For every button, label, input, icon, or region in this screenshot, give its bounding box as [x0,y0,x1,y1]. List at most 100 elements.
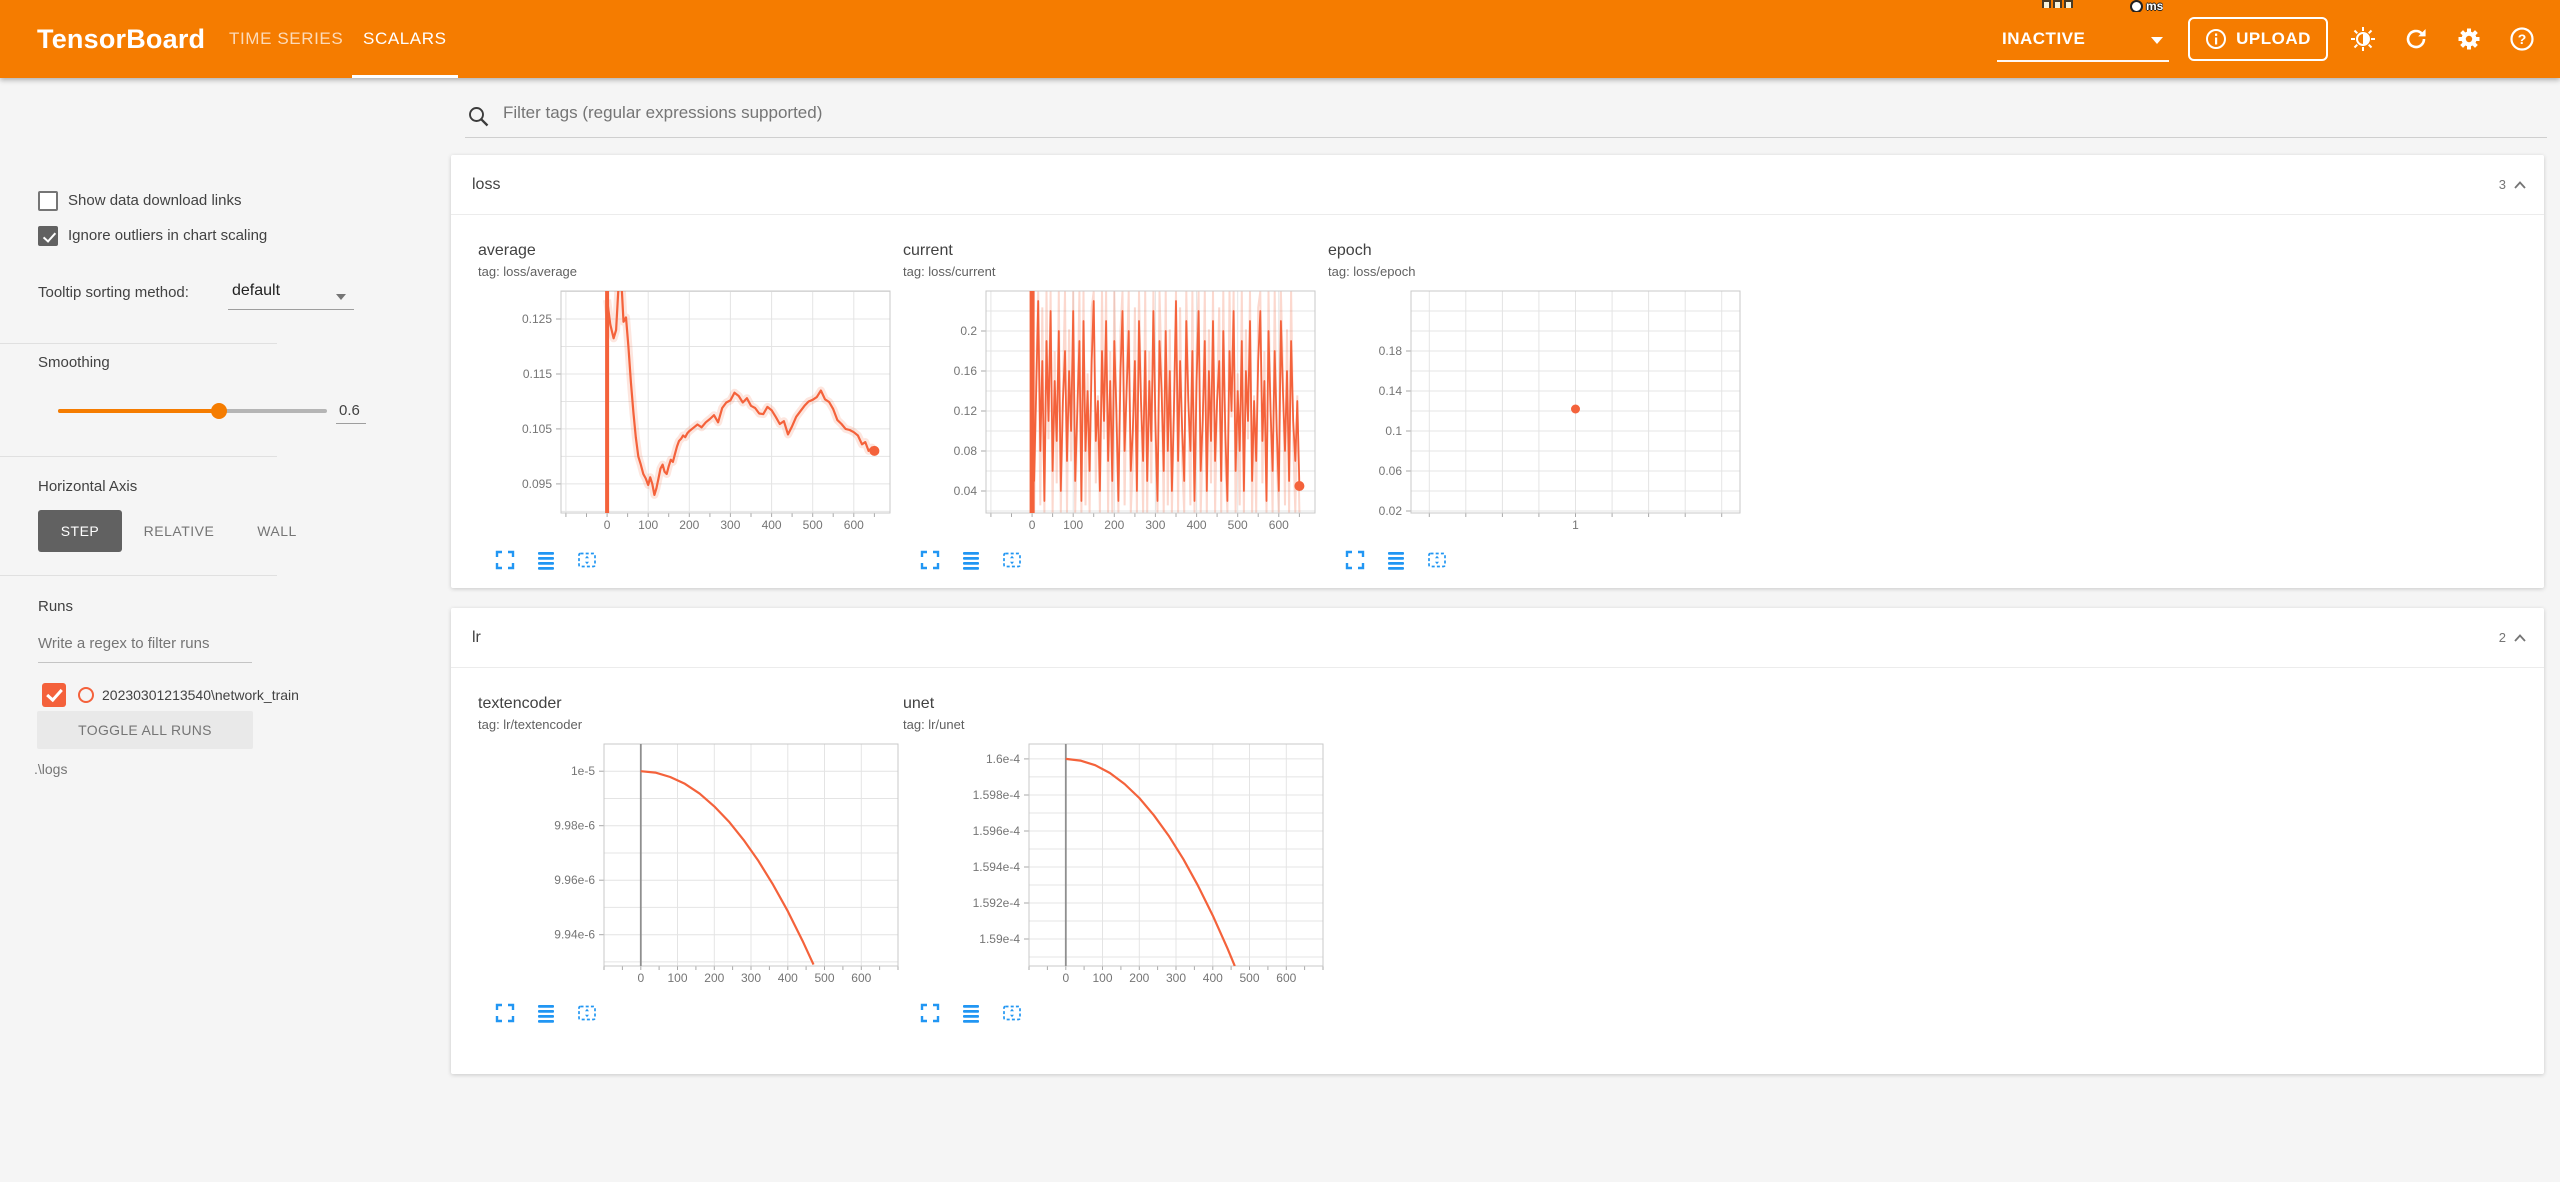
svg-text:0.18: 0.18 [1379,344,1403,358]
search-icon [467,105,490,128]
svg-text:200: 200 [704,971,724,985]
settings-icon[interactable] [2455,25,2483,53]
data-table-icon[interactable] [960,1002,982,1024]
fit-domain-icon[interactable] [1001,1002,1023,1024]
chart-tile-loss-epoch: epochtag: loss/epoch0.020.060.10.140.181 [1328,241,1753,571]
data-table-icon[interactable] [1385,549,1407,571]
tab-scalars[interactable]: SCALARS [363,0,447,78]
axis-step-button[interactable]: STEP [38,510,122,552]
card-header: lr 2 [451,608,2544,668]
help-icon[interactable]: ? [2508,25,2536,53]
tooltip-sort-select[interactable]: default [232,282,280,300]
run-color-swatch[interactable] [78,687,94,703]
svg-text:600: 600 [1276,971,1296,985]
run-checkbox[interactable] [42,683,66,707]
fit-domain-icon[interactable] [1001,549,1023,571]
tooltip-sort-label: Tooltip sorting method: [38,284,189,301]
chart-toolbar [494,549,903,571]
svg-text:1.594e-4: 1.594e-4 [973,860,1021,874]
data-status-value: INACTIVE [2002,20,2085,58]
svg-text:1: 1 [1572,518,1579,532]
chart-toolbar [919,1002,1328,1024]
smoothing-slider[interactable] [58,409,327,413]
chart-count: 2 [2499,630,2506,645]
chart-tag: tag: loss/epoch [1328,263,1753,281]
tooltip-artifact [2042,0,2073,8]
fit-domain-icon[interactable] [576,1002,598,1024]
chart-row: textencodertag: lr/textencoder1e-59.98e-… [478,694,1328,1024]
toggle-all-runs-button[interactable]: TOGGLE ALL RUNS [37,711,253,749]
svg-text:9.96e-6: 9.96e-6 [554,873,595,887]
chart-plot-lr-unet[interactable]: 1.6e-41.598e-41.596e-41.594e-41.592e-41.… [903,740,1327,988]
expand-icon[interactable] [494,549,516,571]
expand-icon[interactable] [494,1002,516,1024]
chart-row: averagetag: loss/average0.0950.1050.1150… [478,241,1753,571]
svg-text:1.59e-4: 1.59e-4 [979,932,1020,946]
svg-text:0.1: 0.1 [1385,424,1402,438]
run-name: 20230301213540\network_train [102,687,299,703]
svg-text:0.06: 0.06 [1379,464,1403,478]
chart-tag: tag: lr/unet [903,716,1328,734]
slider-thumb[interactable] [211,403,227,419]
chart-plot-loss-epoch[interactable]: 0.020.060.10.140.181 [1328,287,1752,535]
artifact-circle [2130,0,2143,12]
data-status-dropdown[interactable]: INACTIVE [1997,20,2169,62]
expand-icon[interactable] [1344,549,1366,571]
chart-tag: tag: loss/average [478,263,903,281]
tag-filter-input[interactable] [501,102,1705,124]
regex-underline [38,662,252,663]
data-table-icon[interactable] [535,1002,557,1024]
svg-text:300: 300 [1145,518,1165,532]
svg-text:600: 600 [851,971,871,985]
svg-text:0.115: 0.115 [523,367,552,381]
expand-icon[interactable] [919,1002,941,1024]
svg-text:100: 100 [1092,971,1112,985]
svg-text:400: 400 [778,971,798,985]
ignore-outliers-checkbox[interactable] [38,226,58,246]
svg-text:0.105: 0.105 [522,422,552,436]
data-table-icon[interactable] [960,549,982,571]
collapse-group-button[interactable]: 3 [2499,155,2528,214]
axis-relative-button[interactable]: RELATIVE [136,510,222,552]
svg-text:?: ? [2518,31,2527,47]
chart-tile-loss-current: currenttag: loss/current0.040.080.120.16… [903,241,1328,571]
select-underline [228,309,354,310]
svg-text:1.598e-4: 1.598e-4 [973,788,1021,802]
expand-icon[interactable] [919,549,941,571]
svg-text:1e-5: 1e-5 [571,764,595,778]
chevron-up-icon [2512,178,2528,192]
svg-text:0.2: 0.2 [960,324,977,338]
chart-plot-loss-average[interactable]: 0.0950.1050.1150.1250100200300400500600 [478,287,902,535]
svg-text:400: 400 [1203,971,1223,985]
svg-text:400: 400 [762,518,782,532]
show-download-links-checkbox[interactable] [38,191,58,211]
smoothing-label: Smoothing [38,354,110,371]
tag-filter-bar [465,96,2547,138]
chart-count: 3 [2499,177,2506,192]
refresh-icon[interactable] [2402,25,2430,53]
runs-regex-input[interactable] [38,635,252,652]
chart-toolbar [919,549,1328,571]
axis-wall-button[interactable]: WALL [240,510,314,552]
chart-plot-lr-textencoder[interactable]: 1e-59.98e-69.96e-69.94e-6010020030040050… [478,740,902,988]
fit-domain-icon[interactable] [576,549,598,571]
chart-plot-loss-current[interactable]: 0.040.080.120.160.20100200300400500600 [903,287,1327,535]
collapse-group-button[interactable]: 2 [2499,608,2528,667]
chevron-down-icon [336,294,346,300]
tab-time-series[interactable]: TIME SERIES [229,0,343,78]
svg-text:300: 300 [1166,971,1186,985]
svg-text:0.14: 0.14 [1379,384,1403,398]
fit-domain-icon[interactable] [1426,549,1448,571]
chevron-down-icon [2151,37,2163,44]
data-table-icon[interactable] [535,549,557,571]
svg-text:400: 400 [1187,518,1207,532]
slider-fill [58,409,219,413]
info-icon [2205,28,2227,50]
brightness-icon[interactable] [2349,25,2377,53]
svg-text:1.596e-4: 1.596e-4 [973,824,1021,838]
top-app-bar: TensorBoard TIME SERIES SCALARS INACTIVE… [0,0,2560,78]
smoothing-value[interactable]: 0.6 [339,402,360,419]
svg-text:1.592e-4: 1.592e-4 [973,896,1021,910]
upload-button[interactable]: UPLOAD [2188,17,2328,61]
tag-group-card-loss: loss 3 averagetag: loss/average0.0950.10… [451,155,2544,588]
